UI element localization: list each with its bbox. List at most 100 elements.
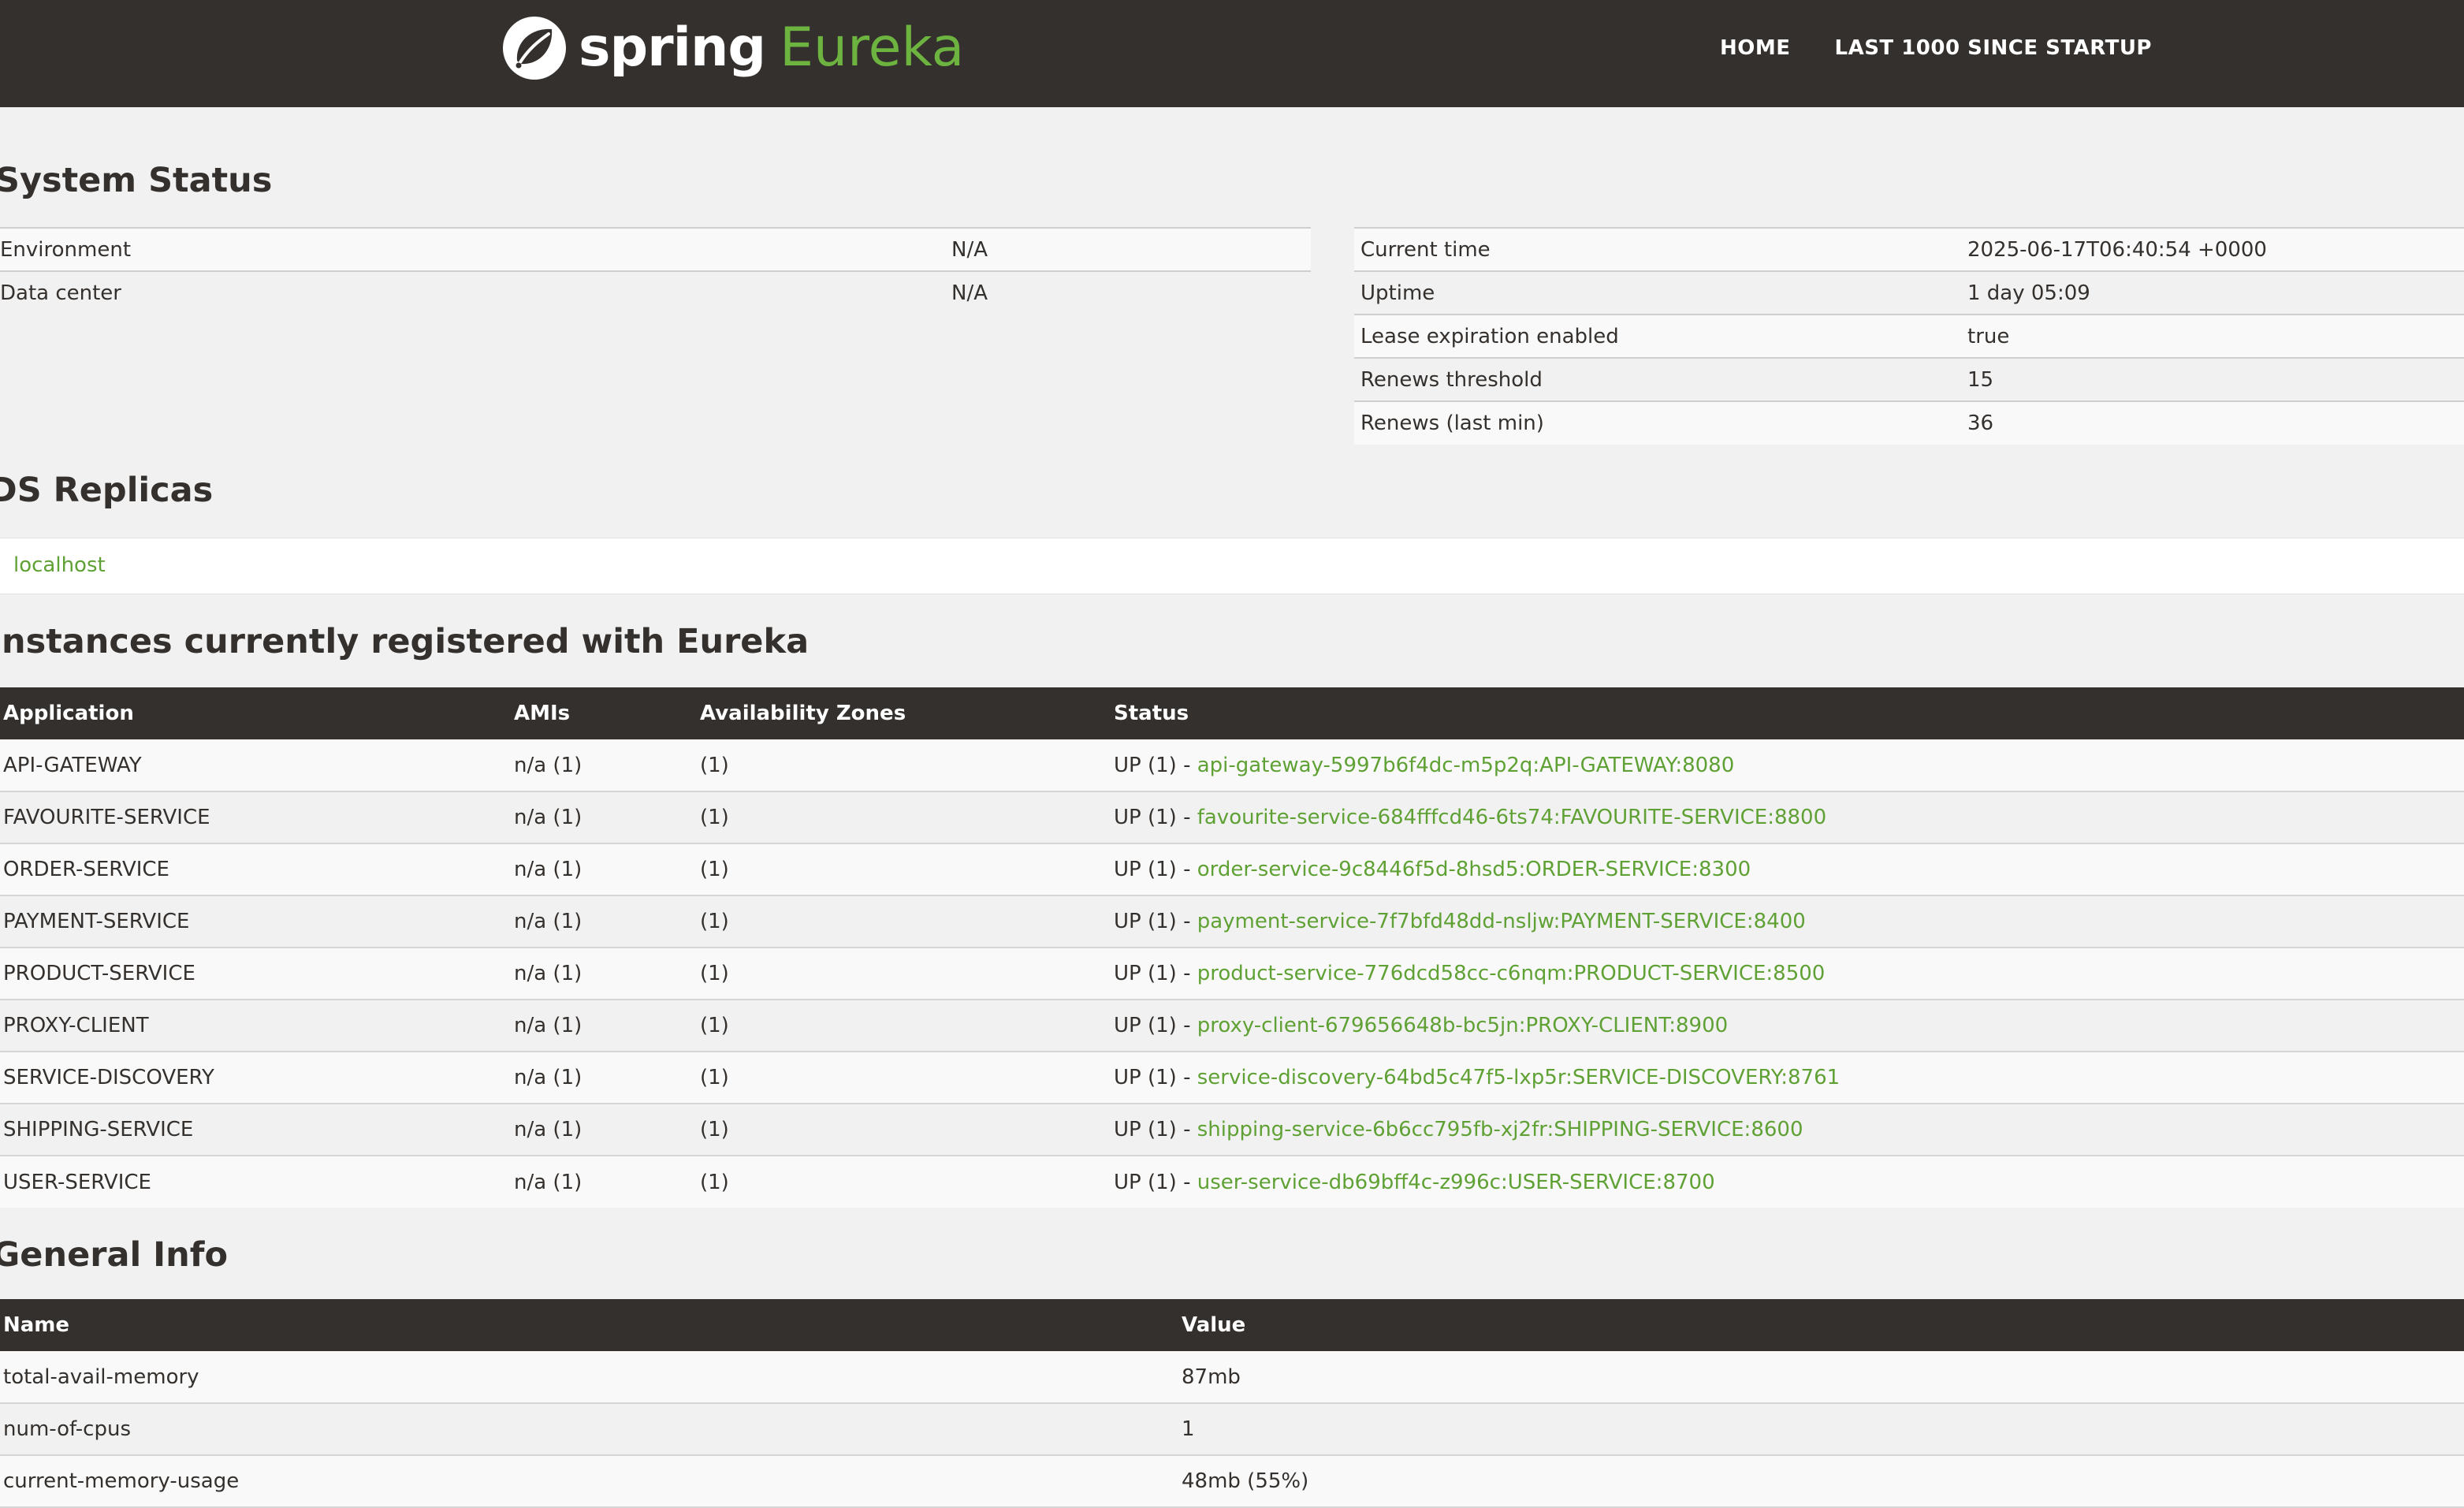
status-label: Renews threshold: [1354, 357, 1967, 401]
info-value: 87mb: [1178, 1351, 2464, 1404]
instances-table: Application AMIs Availability Zones Stat…: [0, 687, 2464, 1208]
app-name: FAVOURITE-SERVICE: [0, 791, 511, 844]
zones-cell: (1): [697, 1052, 1111, 1104]
info-value: 48mb (55%): [1178, 1455, 2464, 1508]
system-status-left-table: Environment N/A Data center N/A: [0, 227, 1311, 315]
info-name: num-of-cpus: [0, 1403, 1178, 1456]
ds-replicas-title: DS Replicas: [0, 471, 214, 510]
system-status-title: System Status: [0, 161, 273, 200]
info-value: 1: [1178, 1403, 2464, 1456]
navbar: spring Eureka HOME LAST 1000 SINCE START…: [0, 0, 2464, 107]
table-row: PAYMENT-SERVICE n/a (1) (1) UP (1) - pay…: [0, 895, 2464, 948]
status-cell: UP (1) - favourite-service-684fffcd46-6t…: [1111, 791, 2464, 844]
table-row: PROXY-CLIENT n/a (1) (1) UP (1) - proxy-…: [0, 1000, 2464, 1052]
column-header-availability-zones: Availability Zones: [697, 687, 1111, 739]
column-header-amis: AMIs: [511, 687, 697, 739]
zones-cell: (1): [697, 948, 1111, 1000]
column-header-application: Application: [0, 687, 511, 739]
status-cell: UP (1) - service-discovery-64bd5c47f5-lx…: [1111, 1052, 2464, 1104]
status-cell: UP (1) - api-gateway-5997b6f4dc-m5p2q:AP…: [1111, 739, 2464, 792]
replica-link-localhost[interactable]: localhost: [13, 553, 106, 577]
column-header-value: Value: [1178, 1299, 2464, 1351]
instance-link[interactable]: payment-service-7f7bfd48dd-nsljw:PAYMENT…: [1197, 910, 1806, 933]
status-value: 36: [1967, 400, 2464, 445]
table-row: SHIPPING-SERVICE n/a (1) (1) UP (1) - sh…: [0, 1104, 2464, 1156]
amis-cell: n/a (1): [511, 948, 697, 1000]
general-info-header-row: Name Value: [0, 1299, 2464, 1351]
amis-cell: n/a (1): [511, 895, 697, 948]
status-cell: UP (1) - proxy-client-679656648b-bc5jn:P…: [1111, 1000, 2464, 1052]
instance-link[interactable]: favourite-service-684fffcd46-6ts74:FAVOU…: [1197, 806, 1826, 829]
column-header-status: Status: [1111, 687, 2464, 739]
app-name: ORDER-SERVICE: [0, 843, 511, 896]
amis-cell: n/a (1): [511, 1052, 697, 1104]
instance-link[interactable]: user-service-db69bff4c-z996c:USER-SERVIC…: [1197, 1171, 1715, 1194]
amis-cell: n/a (1): [511, 739, 697, 792]
status-row-data-center: Data center N/A: [0, 270, 1311, 315]
status-row-uptime: Uptime 1 day 05:09: [1354, 270, 2464, 315]
info-name: current-memory-usage: [0, 1455, 1178, 1508]
app-name: USER-SERVICE: [0, 1156, 511, 1208]
status-value: N/A: [951, 270, 1311, 315]
zones-cell: (1): [697, 1000, 1111, 1052]
status-cell: UP (1) - shipping-service-6b6cc795fb-xj2…: [1111, 1104, 2464, 1156]
status-label: Renews (last min): [1354, 400, 1967, 445]
table-row: current-memory-usage 48mb (55%): [0, 1455, 2464, 1508]
amis-cell: n/a (1): [511, 1104, 697, 1156]
status-value: N/A: [951, 227, 1311, 271]
instance-link[interactable]: shipping-service-6b6cc795fb-xj2fr:SHIPPI…: [1197, 1118, 1803, 1141]
table-row: PRODUCT-SERVICE n/a (1) (1) UP (1) - pro…: [0, 948, 2464, 1000]
zones-cell: (1): [697, 739, 1111, 792]
general-info-title: General Info: [0, 1235, 229, 1275]
instance-link[interactable]: service-discovery-64bd5c47f5-lxp5r:SERVI…: [1197, 1066, 1840, 1089]
nav-links: HOME LAST 1000 SINCE STARTUP: [1720, 36, 2196, 60]
amis-cell: n/a (1): [511, 791, 697, 844]
status-value: 2025-06-17T06:40:54 +0000: [1967, 227, 2464, 271]
table-row: FAVOURITE-SERVICE n/a (1) (1) UP (1) - f…: [0, 791, 2464, 844]
nav-home-link[interactable]: HOME: [1720, 36, 1791, 60]
status-cell: UP (1) - product-service-776dcd58cc-c6nq…: [1111, 948, 2464, 1000]
app-name: PAYMENT-SERVICE: [0, 895, 511, 948]
status-text: UP (1) -: [1114, 753, 1197, 777]
brand[interactable]: spring Eureka: [501, 14, 964, 82]
app-name: SERVICE-DISCOVERY: [0, 1052, 511, 1104]
status-text: UP (1) -: [1114, 962, 1197, 985]
app-name: PROXY-CLIENT: [0, 1000, 511, 1052]
status-label: Uptime: [1354, 270, 1967, 315]
status-label: Data center: [0, 270, 951, 315]
status-text: UP (1) -: [1114, 806, 1197, 829]
zones-cell: (1): [697, 843, 1111, 896]
table-row: total-avail-memory 87mb: [0, 1351, 2464, 1404]
status-text: UP (1) -: [1114, 858, 1197, 881]
table-row: SERVICE-DISCOVERY n/a (1) (1) UP (1) - s…: [0, 1052, 2464, 1104]
table-row: num-of-cpus 1: [0, 1403, 2464, 1456]
zones-cell: (1): [697, 1156, 1111, 1208]
instance-link[interactable]: order-service-9c8446f5d-8hsd5:ORDER-SERV…: [1197, 858, 1751, 881]
amis-cell: n/a (1): [511, 1156, 697, 1208]
status-row-lease-expiration: Lease expiration enabled true: [1354, 314, 2464, 358]
instances-title: Instances currently registered with Eure…: [0, 622, 810, 661]
amis-cell: n/a (1): [511, 1000, 697, 1052]
instances-header-row: Application AMIs Availability Zones Stat…: [0, 687, 2464, 739]
column-header-name: Name: [0, 1299, 1178, 1351]
app-name: API-GATEWAY: [0, 739, 511, 792]
status-cell: UP (1) - order-service-9c8446f5d-8hsd5:O…: [1111, 843, 2464, 896]
table-row: USER-SERVICE n/a (1) (1) UP (1) - user-s…: [0, 1156, 2464, 1208]
status-value: 1 day 05:09: [1967, 270, 2464, 315]
table-row: API-GATEWAY n/a (1) (1) UP (1) - api-gat…: [0, 739, 2464, 792]
status-cell: UP (1) - payment-service-7f7bfd48dd-nslj…: [1111, 895, 2464, 948]
brand-eureka-text: Eureka: [780, 17, 965, 79]
status-text: UP (1) -: [1114, 1066, 1197, 1089]
app-name: SHIPPING-SERVICE: [0, 1104, 511, 1156]
instance-link[interactable]: api-gateway-5997b6f4dc-m5p2q:API-GATEWAY…: [1197, 754, 1735, 777]
app-name: PRODUCT-SERVICE: [0, 948, 511, 1000]
status-label: Current time: [1354, 227, 1967, 271]
nav-last-1000-link[interactable]: LAST 1000 SINCE STARTUP: [1835, 36, 2153, 60]
instance-link[interactable]: product-service-776dcd58cc-c6nqm:PRODUCT…: [1197, 962, 1826, 985]
status-row-renews-threshold: Renews threshold 15: [1354, 357, 2464, 401]
info-name: total-avail-memory: [0, 1351, 1178, 1404]
status-cell: UP (1) - user-service-db69bff4c-z996c:US…: [1111, 1156, 2464, 1208]
status-text: UP (1) -: [1114, 1014, 1197, 1037]
amis-cell: n/a (1): [511, 843, 697, 896]
instance-link[interactable]: proxy-client-679656648b-bc5jn:PROXY-CLIE…: [1197, 1014, 1728, 1037]
